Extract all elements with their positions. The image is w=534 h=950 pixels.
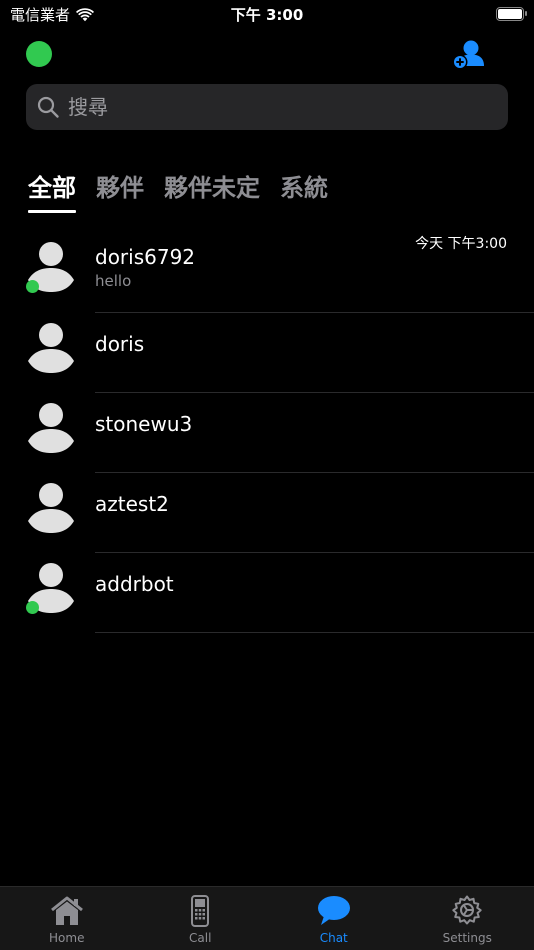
tabbar-settings[interactable]: Settings — [401, 887, 534, 950]
divider — [95, 632, 534, 633]
tabbar-chat[interactable]: Chat — [267, 887, 401, 950]
online-indicator — [26, 280, 39, 293]
user-status-indicator[interactable] — [26, 41, 52, 67]
tabbar-label: Chat — [319, 931, 348, 945]
phone-icon — [191, 895, 210, 927]
message-preview: hello — [95, 272, 132, 290]
home-icon — [50, 896, 83, 925]
contact-name: doris — [95, 332, 145, 356]
tabbar-label: Home — [49, 931, 85, 945]
tabbar-label: Call — [189, 931, 212, 945]
avatar — [28, 483, 74, 533]
tabbar-call[interactable]: Call — [134, 887, 268, 950]
contact-name: aztest2 — [95, 492, 169, 516]
message-time: 今天 下午3:00 — [415, 236, 507, 252]
chat-bubble-icon — [317, 896, 350, 925]
tab-pending-partners[interactable]: 夥伴未定 — [164, 168, 260, 211]
list-item[interactable]: aztest2 — [0, 473, 534, 553]
list-item[interactable]: doris6792 hello 今天 下午3:00 — [0, 232, 534, 313]
bottom-tab-bar: Home Call Chat Settings — [0, 886, 534, 950]
search-icon — [37, 96, 59, 118]
tabbar-home[interactable]: Home — [0, 887, 134, 950]
tabbar-label: Settings — [442, 931, 492, 945]
search-bar[interactable] — [26, 84, 508, 130]
search-input[interactable] — [68, 95, 468, 119]
avatar — [28, 403, 74, 453]
avatar — [28, 323, 74, 373]
tab-system[interactable]: 系統 — [280, 168, 328, 211]
contact-name: addrbot — [95, 572, 174, 596]
list-item[interactable]: doris — [0, 313, 534, 393]
battery-icon — [496, 7, 527, 21]
online-indicator — [26, 601, 39, 614]
status-bar: 電信業者 下午 3:00 — [0, 0, 534, 28]
tab-partners[interactable]: 夥伴 — [96, 168, 144, 211]
gear-icon — [452, 895, 482, 925]
list-item[interactable]: addrbot — [0, 553, 534, 633]
contact-list: doris6792 hello 今天 下午3:00 doris stonewu3… — [0, 232, 534, 633]
contact-name: stonewu3 — [95, 412, 193, 436]
status-time: 下午 3:00 — [230, 6, 304, 24]
tab-all[interactable]: 全部 — [28, 168, 76, 213]
list-item[interactable]: stonewu3 — [0, 393, 534, 473]
filter-tabs: 全部 夥伴 夥伴未定 系統 — [28, 168, 328, 213]
add-contact-icon[interactable] — [450, 38, 486, 72]
contact-name: doris6792 — [95, 245, 196, 269]
